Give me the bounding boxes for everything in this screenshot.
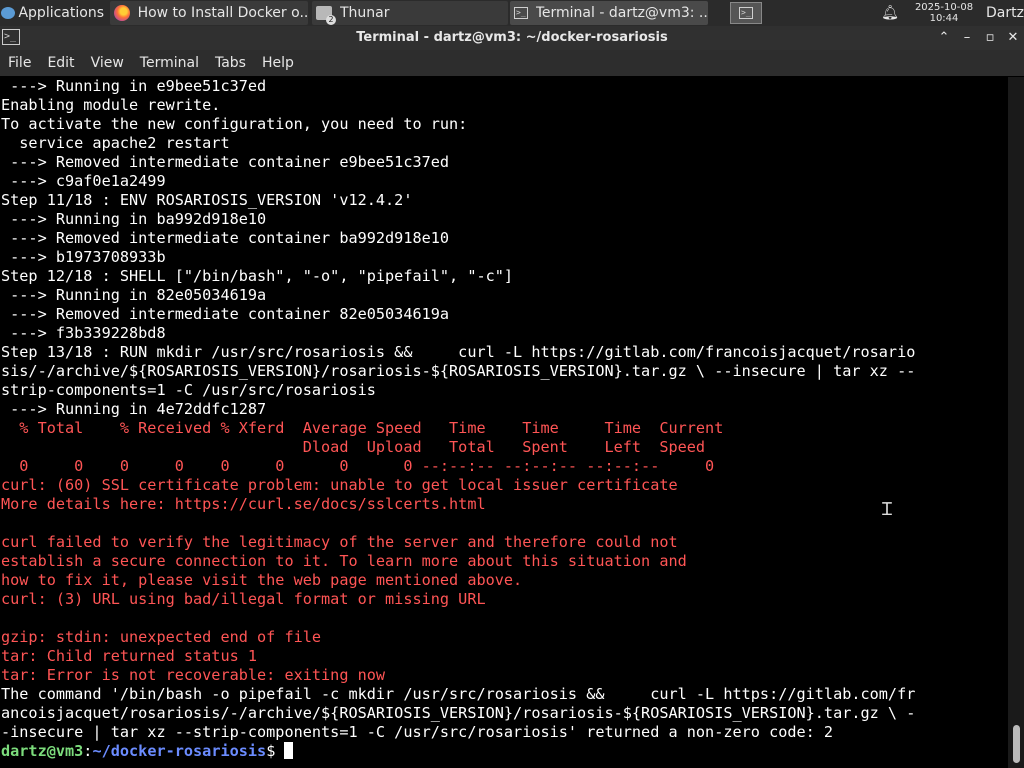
minimize-button[interactable]: – <box>957 26 977 50</box>
terminal-output[interactable]: ---> Running in e9bee51c37ed Enabling mod… <box>1 77 1006 768</box>
applications-label: Applications <box>18 5 104 21</box>
terminal-line: ---> Running in 4e72ddfc1287 <box>1 400 267 418</box>
terminal-lines: ---> Running in e9bee51c37ed Enabling mod… <box>1 77 1006 742</box>
terminal-line: Step 11/18 : ENV ROSARIOSIS_VERSION 'v12… <box>1 191 413 209</box>
clock-time: 10:44 <box>929 13 959 24</box>
terminal-launcher-button[interactable]: >_ <box>729 0 763 26</box>
terminal-line: Dload Upload Total Spent Left Speed <box>1 438 706 456</box>
terminal-scrollbar[interactable] <box>1008 77 1024 768</box>
window-title: Terminal - dartz@vm3: ~/docker-rosariosi… <box>356 30 668 45</box>
taskbar-window-label: Terminal - dartz@vm3: ... <box>535 5 708 21</box>
taskbar-window-label: Thunar <box>340 5 390 21</box>
taskbar-window-terminal[interactable]: >_ Terminal - dartz@vm3: ... <box>510 1 708 25</box>
prompt-path: ~/docker-rosariosis <box>92 742 267 760</box>
taskbar-window-label: How to Install Docker o... <box>137 5 308 21</box>
text-cursor <box>284 742 294 759</box>
xfce-logo-icon <box>0 5 16 21</box>
prompt-symbol: $ <box>266 742 285 760</box>
scrollbar-thumb[interactable] <box>1013 725 1020 763</box>
terminal-line: curl: (3) URL using bad/illegal format o… <box>1 590 486 608</box>
menu-terminal[interactable]: Terminal <box>132 55 207 71</box>
bell-icon: 🔔︎ <box>881 5 899 21</box>
clock[interactable]: 2025-10-08 10:44 <box>906 0 982 26</box>
firefox-icon <box>114 5 130 21</box>
folder-icon: 2 <box>316 6 336 25</box>
terminal-line: % Total % Received % Xferd Average Speed… <box>1 419 724 437</box>
terminal-line: tar: Child returned status 1 <box>1 647 258 665</box>
terminal-line: establish a secure connection to it. To … <box>1 552 687 570</box>
terminal-line: tar: Error is not recoverable: exiting n… <box>1 666 386 684</box>
terminal-line: service apache2 restart <box>1 134 230 152</box>
terminal-line: The command '/bin/bash -o pipefail -c mk… <box>1 685 916 703</box>
menu-view[interactable]: View <box>83 55 132 71</box>
terminal-line: ---> Removed intermediate container ba99… <box>1 229 450 247</box>
terminal-line: curl: (60) SSL certificate problem: unab… <box>1 476 678 494</box>
prompt-user-host: dartz@vm3 <box>1 742 84 760</box>
terminal-line: More details here: https://curl.se/docs/… <box>1 495 486 513</box>
terminal-line: Step 13/18 : RUN mkdir /usr/src/rosarios… <box>1 343 916 361</box>
user-menu-button[interactable]: Dartz <box>986 0 1024 26</box>
terminal-line: sis/-/archive/${ROSARIOSIS_VERSION}/rosa… <box>1 362 916 380</box>
menu-bar: File Edit View Terminal Tabs Help <box>0 50 1024 76</box>
terminal-line: strip-components=1 -C /usr/src/rosariosi… <box>1 381 376 399</box>
ibeam-cursor-icon: Ɪ <box>882 499 893 520</box>
terminal-line: curl failed to verify the legitimacy of … <box>1 533 678 551</box>
shade-button[interactable]: ⌃ <box>934 26 954 50</box>
window-titlebar[interactable]: >_ Terminal - dartz@vm3: ~/docker-rosari… <box>0 26 1024 50</box>
menu-edit[interactable]: Edit <box>39 55 82 71</box>
menu-tabs[interactable]: Tabs <box>207 55 254 71</box>
terminal-line: ---> c9af0e1a2499 <box>1 172 166 190</box>
terminal-line: 0 0 0 0 0 0 0 0 --:--:-- --:--:-- --:--:… <box>1 457 715 475</box>
terminal-line: ---> Running in e9bee51c37ed <box>1 77 267 95</box>
close-button[interactable]: ✕ <box>1003 26 1023 50</box>
terminal-icon: >_ <box>514 7 528 19</box>
menu-file[interactable]: File <box>0 55 39 71</box>
top-panel: Applications How to Install Docker o... … <box>0 0 1024 26</box>
terminal-line: ---> Removed intermediate container e9be… <box>1 153 450 171</box>
terminal-line: ancoisjacquet/rosariosis/-/archive/${ROS… <box>1 704 916 722</box>
taskbar-window-firefox[interactable]: How to Install Docker o... <box>110 1 308 25</box>
terminal-line: ---> Removed intermediate container 82e0… <box>1 305 450 323</box>
terminal-line: Step 12/18 : SHELL ["/bin/bash", "-o", "… <box>1 267 514 285</box>
terminal-line: To activate the new configuration, you n… <box>1 115 468 133</box>
menu-help[interactable]: Help <box>254 55 302 71</box>
terminal-launcher-icon: >_ <box>739 7 753 19</box>
terminal-line: ---> f3b339228bd8 <box>1 324 166 342</box>
notifications-button[interactable]: 🔔︎ <box>880 0 900 26</box>
taskbar-window-thunar[interactable]: 2 Thunar <box>312 1 508 25</box>
terminal-line: -insecure | tar xz --strip-components=1 … <box>1 723 834 741</box>
user-name: Dartz <box>986 5 1024 21</box>
terminal-line: ---> Running in ba992d918e10 <box>1 210 267 228</box>
prompt-line: dartz@vm3:~/docker-rosariosis$ <box>1 742 1006 761</box>
terminal-line: Enabling module rewrite. <box>1 96 221 114</box>
terminal-line: ---> b1973708933b <box>1 248 166 266</box>
maximize-button[interactable]: ▫ <box>980 26 1000 50</box>
terminal-line: ---> Running in 82e05034619a <box>1 286 267 304</box>
window-count-badge: 2 <box>326 15 336 25</box>
terminal-line: gzip: stdin: unexpected end of file <box>1 628 322 646</box>
applications-menu-button[interactable]: Applications <box>0 0 104 26</box>
clock-date: 2025-10-08 <box>914 2 974 13</box>
terminal-line: how to fix it, please visit the web page… <box>1 571 523 589</box>
